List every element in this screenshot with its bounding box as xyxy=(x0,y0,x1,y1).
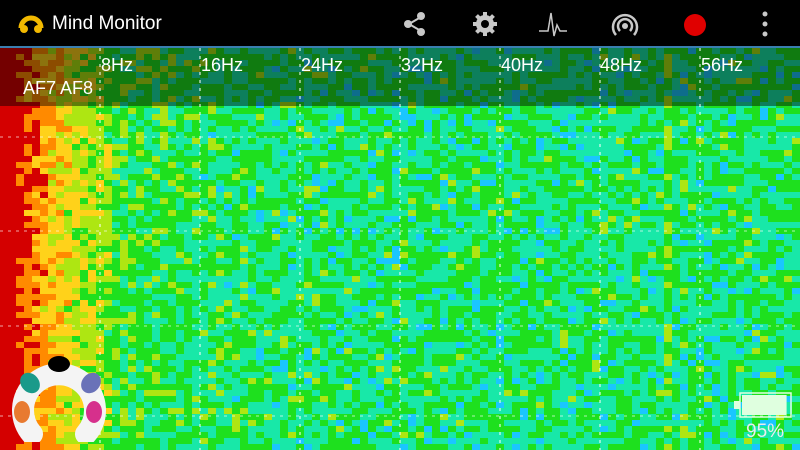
freq-label-24hz: 24Hz xyxy=(301,55,344,75)
spectrogram-canvas xyxy=(0,48,800,450)
app-logo-icon xyxy=(18,15,44,33)
settings-gear-icon[interactable] xyxy=(470,9,500,39)
freq-label-40hz: 40Hz xyxy=(501,55,544,75)
battery-icon xyxy=(734,392,792,418)
waveform-icon[interactable] xyxy=(538,9,568,39)
spectrogram xyxy=(0,48,800,450)
headset-status-icon[interactable] xyxy=(10,352,108,442)
freq-label-8hz: 8Hz xyxy=(101,55,134,75)
record-icon[interactable] xyxy=(680,9,710,39)
freq-label-16hz: 16Hz xyxy=(201,55,244,75)
battery-percentage: 95% xyxy=(746,421,785,442)
freq-label-32hz: 32Hz xyxy=(401,55,444,75)
channel-label: AF7 AF8 xyxy=(23,78,94,98)
app-bar: Mind Monitor xyxy=(0,0,800,48)
stream-broadcast-icon[interactable] xyxy=(610,9,640,39)
app-title: Mind Monitor xyxy=(52,13,162,34)
sensor-indicator xyxy=(86,401,102,423)
sensor-indicator xyxy=(48,356,70,372)
sensor-indicator xyxy=(14,401,30,423)
freq-label-48hz: 48Hz xyxy=(600,55,643,75)
freq-label-56hz: 56Hz xyxy=(701,55,744,75)
share-icon[interactable] xyxy=(400,9,430,39)
overflow-menu-icon[interactable] xyxy=(750,9,780,39)
